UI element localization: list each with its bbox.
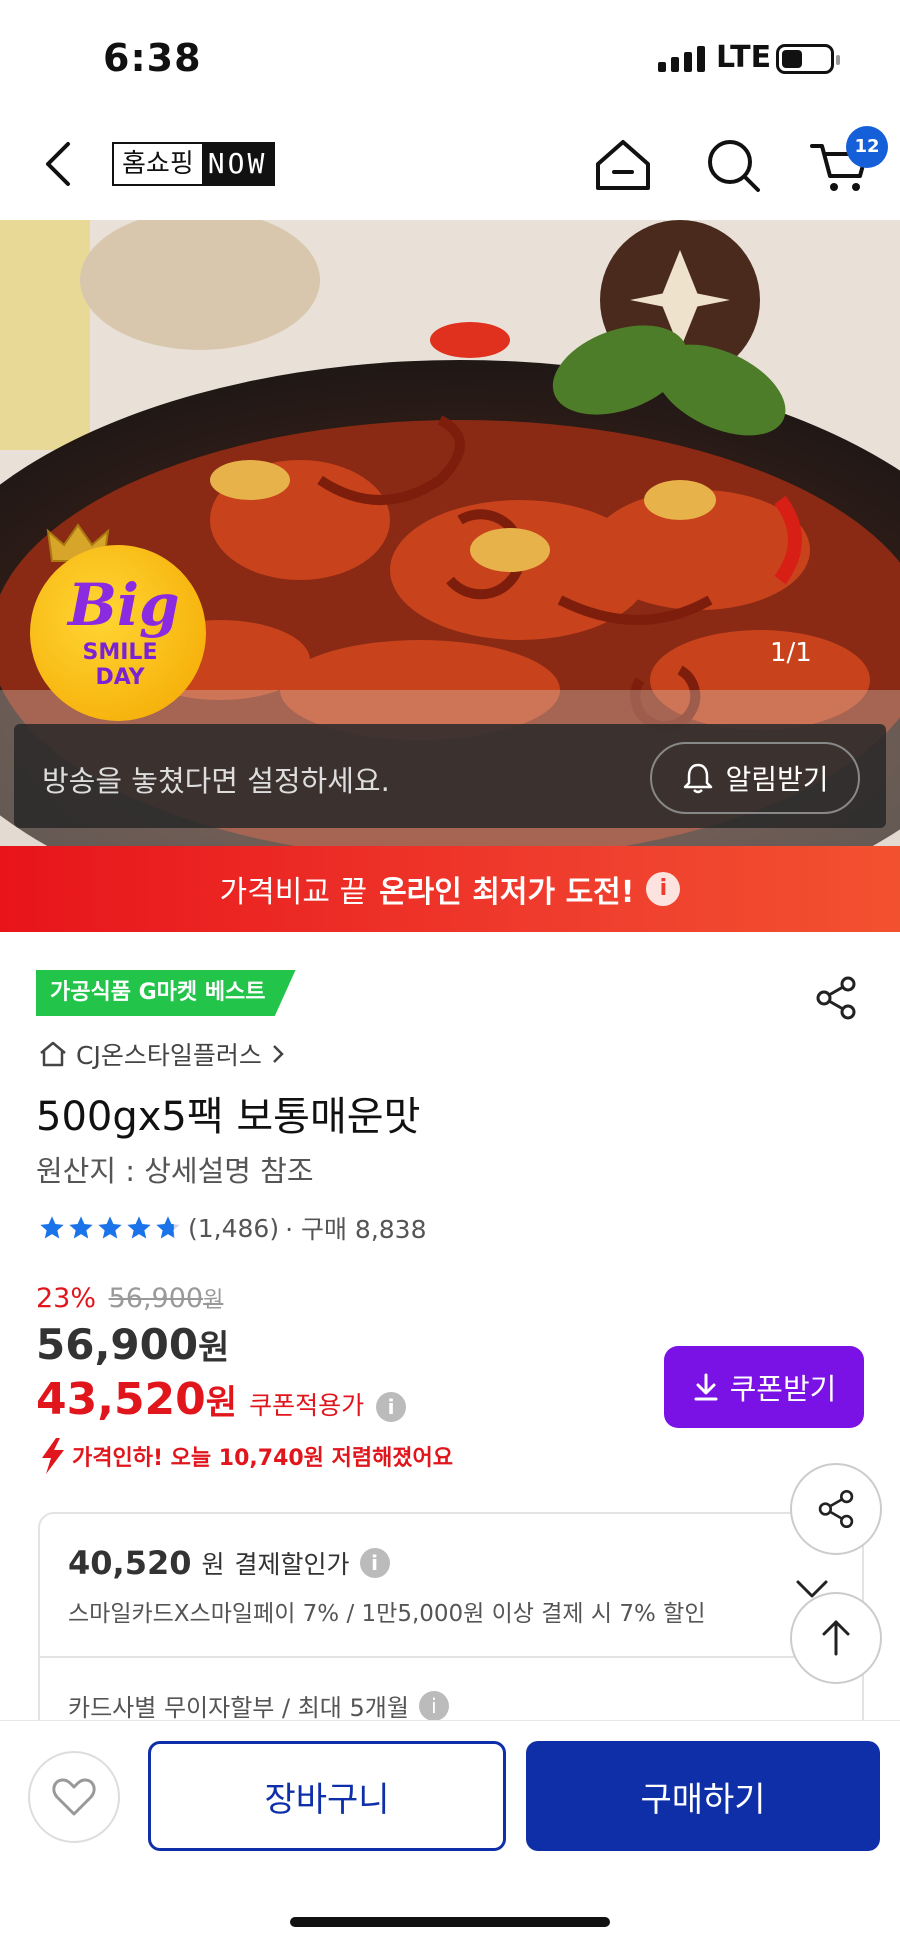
share-icon[interactable] [810, 972, 862, 1024]
product-image-carousel[interactable]: Big SMILE DAY 1/1 방송을 놓쳤다면 설정하세요. 알림받기 [0, 220, 900, 846]
share-icon [818, 1489, 854, 1529]
price-cut-notice: 가격인하! 오늘 10,740원 저렴해졌어요 [38, 1436, 453, 1476]
coupon-price-row: 43,520원 쿠폰적용가 i [36, 1374, 407, 1425]
store-home-icon [40, 1041, 66, 1067]
discount-percent: 23% [36, 1283, 97, 1314]
broadcast-notify-bar: 방송을 놓쳤다면 설정하세요. 알림받기 [14, 724, 886, 828]
purchase-count: · 구매 8,838 [285, 1215, 427, 1244]
coupon-price: 43,520원 [36, 1374, 238, 1425]
installment-info: 카드사별 무이자할부 / 최대 5개월 i [68, 1688, 449, 1723]
coupon-price-label: 쿠폰적용가 [249, 1391, 365, 1420]
banner-text: 가격비교 끝 [219, 875, 368, 910]
discount-line: 23% 56,900원 [36, 1282, 223, 1314]
star-icon [40, 1216, 64, 1239]
pay-discount-price: 40,520 원 결제할인가 i [68, 1544, 390, 1582]
star-icon [69, 1216, 93, 1239]
battery-icon [776, 44, 840, 74]
star-rating [38, 1214, 182, 1242]
lowest-price-banner[interactable]: 가격비교 끝 온라인 최저가 도전! i [0, 846, 900, 932]
store-name: CJ온스타일플러스 [76, 1041, 262, 1070]
big-smile-day-badge: Big SMILE DAY [30, 523, 212, 721]
review-count: (1,486) [188, 1213, 280, 1243]
divider [40, 1656, 862, 1658]
bottom-action-bar: 장바구니 구매하기 [0, 1720, 900, 1947]
chevron-right-icon [272, 1045, 284, 1063]
home-indicator [290, 1917, 610, 1927]
floating-share-button[interactable] [790, 1463, 882, 1555]
bell-icon [684, 763, 713, 794]
star-icon [98, 1216, 122, 1239]
network-label: LTE [716, 40, 772, 75]
product-title: 500gx5팩 보통매운맛 [36, 1094, 421, 1140]
wishlist-button[interactable] [28, 1751, 120, 1843]
status-time: 6:38 [103, 36, 202, 80]
star-icon [127, 1216, 151, 1239]
homeshopping-now-logo[interactable]: 홈쇼핑 NOW [112, 142, 276, 186]
sale-price: 56,900원 [36, 1320, 230, 1369]
category-best-badge[interactable]: 가공식품 G마켓 베스트 [36, 970, 296, 1016]
info-icon[interactable]: i [376, 1392, 407, 1422]
pay-discount-desc: 스마일카드X스마일페이 7% / 1만5,000원 이상 결제 시 7% 할인 [68, 1601, 706, 1627]
get-coupon-button[interactable]: 쿠폰받기 [664, 1346, 864, 1428]
info-icon[interactable]: i [646, 872, 681, 906]
original-price: 56,900원 [108, 1283, 224, 1314]
home-icon[interactable] [590, 132, 656, 198]
status-bar: 6:38 LTE [0, 0, 900, 110]
store-link[interactable]: CJ온스타일플러스 [38, 1036, 286, 1072]
buy-now-button[interactable]: 구매하기 [526, 1741, 880, 1851]
notify-message: 방송을 놓쳤다면 설정하세요. [42, 764, 390, 798]
search-icon[interactable] [700, 132, 766, 198]
download-icon [694, 1373, 718, 1401]
add-to-cart-button[interactable]: 장바구니 [148, 1741, 506, 1851]
heart-icon [52, 1778, 96, 1816]
arrow-up-icon [822, 1620, 850, 1656]
top-nav: 홈쇼핑 NOW 12 [0, 110, 900, 220]
banner-strong-text: 온라인 최저가 도전! [379, 875, 635, 910]
cart-count-badge: 12 [846, 126, 888, 168]
product-origin: 원산지 : 상세설명 참조 [36, 1154, 314, 1188]
lightning-icon [42, 1438, 64, 1474]
info-icon[interactable]: i [359, 1548, 390, 1578]
back-icon[interactable] [30, 134, 90, 194]
info-icon[interactable]: i [418, 1690, 449, 1721]
scroll-top-button[interactable] [790, 1592, 882, 1684]
notify-button[interactable]: 알림받기 [650, 742, 860, 814]
rating-summary[interactable]: (1,486) · 구매 8,838 [38, 1210, 427, 1246]
carousel-page-indicator: 1/1 [770, 638, 812, 668]
signal-icon [658, 46, 705, 72]
star-half-icon [156, 1216, 180, 1239]
